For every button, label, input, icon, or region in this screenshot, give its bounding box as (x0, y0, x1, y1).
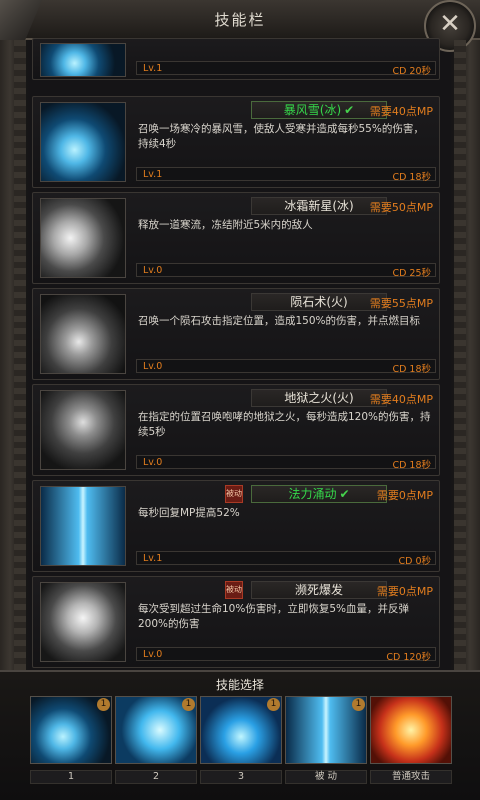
skill-level: Lv.0 (143, 649, 163, 660)
skill-description: 每秒回复MP提高52% (138, 507, 240, 519)
skill-name: 濒死爆发 (251, 581, 387, 599)
mp-cost: 需要0点MP (376, 489, 433, 502)
skill-slot[interactable]: 12 (115, 696, 197, 788)
skill-description: 每次受到超过生命10%伤害时，立即恢复5%血量，并反弹200%的伤害 (138, 603, 409, 630)
skill-name: 法力涌动 ✔ (251, 485, 387, 503)
skill-slot[interactable]: 普通攻击 (370, 696, 452, 788)
check-icon: ✔ (339, 487, 350, 501)
slot-label: 普通攻击 (370, 770, 452, 784)
level-bar: Lv.1 CD 20秒 (136, 61, 436, 77)
mp-cost: 需要50点MP (369, 201, 433, 214)
skill-cooldown: CD 20秒 (392, 66, 431, 77)
slot-skill-icon[interactable] (370, 696, 452, 764)
skill-slots: 1112131被 动普通攻击 (30, 696, 454, 788)
skill-slot[interactable]: 13 (200, 696, 282, 788)
skill-list[interactable]: Lv.1 CD 20秒 暴风雪(冰) ✔ 需要40点MP 召唤一场寒冷的暴风雪，使敌人受寒… (32, 38, 440, 670)
level-bar: Lv.1 CD 0秒 (136, 551, 436, 567)
mp-cost: 需要0点MP (376, 585, 433, 598)
left-rail (14, 40, 26, 670)
skill-icon[interactable] (40, 198, 126, 278)
level-bar: Lv.1 CD 18秒 (136, 167, 436, 183)
skill-name-text: 地狱之火(火) (284, 391, 354, 405)
skill-cooldown: CD 18秒 (392, 460, 431, 471)
skill-level: Lv.0 (143, 457, 163, 468)
skill-card[interactable]: Lv.1 CD 20秒 (32, 38, 440, 80)
skill-name-text: 濒死爆发 (294, 583, 343, 597)
slot-badge: 1 (182, 698, 195, 711)
skill-level: Lv.1 (143, 63, 163, 74)
skill-name: 陨石术(火) (251, 293, 387, 311)
title-bar: 技能栏 ✕ (0, 0, 480, 52)
passive-badge: 被动 (225, 581, 243, 599)
slot-badge: 1 (267, 698, 280, 711)
skill-card[interactable]: 被动 法力涌动 ✔ 需要0点MP 每秒回复MP提高52% Lv.1 CD 0秒 (32, 480, 440, 572)
right-rail (454, 40, 466, 670)
slot-label: 被 动 (285, 770, 367, 784)
skill-level: Lv.1 (143, 553, 163, 564)
skill-cooldown: CD 120秒 (386, 652, 431, 663)
skill-card[interactable]: 冰霜新星(冰) 需要50点MP 释放一道寒流，冻结附近5米内的敌人 Lv.0 CD 25… (32, 192, 440, 284)
skill-level: Lv.0 (143, 265, 163, 276)
skill-level: Lv.0 (143, 361, 163, 372)
skill-card[interactable]: 被动 濒死爆发 需要0点MP 每次受到超过生命10%伤害时，立即恢复5%血量，并反弹2… (32, 576, 440, 668)
skill-icon[interactable] (40, 486, 126, 566)
slot-label: 1 (30, 770, 112, 784)
level-bar: Lv.0 CD 120秒 (136, 647, 436, 663)
close-icon: ✕ (439, 9, 461, 39)
passive-badge: 被动 (225, 485, 243, 503)
slot-label: 2 (115, 770, 197, 784)
skill-icon[interactable] (40, 294, 126, 374)
level-bar: Lv.0 CD 18秒 (136, 455, 436, 471)
skill-name: 暴风雪(冰) ✔ (251, 101, 387, 119)
skill-description: 召唤一个陨石攻击指定位置，造成150%的伤害，并点燃目标 (138, 315, 421, 327)
mp-cost: 需要40点MP (369, 105, 433, 118)
skill-card[interactable]: 地狱之火(火) 需要40点MP 在指定的位置召唤咆哮的地狱之火，每秒造成120%的伤… (32, 384, 440, 476)
slot-badge: 1 (97, 698, 110, 711)
skill-slot[interactable]: 1 被 动 (285, 696, 367, 788)
skill-name-text: 陨石术(火) (290, 295, 348, 309)
skill-description: 在指定的位置召唤咆哮的地狱之火，每秒造成120%的伤害，持续5秒 (138, 411, 431, 438)
mp-cost: 需要55点MP (369, 297, 433, 310)
skill-description: 召唤一场寒冷的暴风雪，使敌人受寒并造成每秒55%的伤害，持续4秒 (138, 123, 424, 150)
skill-cooldown: CD 0秒 (398, 556, 431, 567)
skill-name: 冰霜新星(冰) (251, 197, 387, 215)
slot-label: 3 (200, 770, 282, 784)
skill-selection-panel: 技能选择 1112131被 动普通攻击 (0, 670, 480, 800)
level-bar: Lv.0 CD 18秒 (136, 359, 436, 375)
skill-icon[interactable] (40, 390, 126, 470)
skill-cooldown: CD 18秒 (392, 172, 431, 183)
skill-cooldown: CD 25秒 (392, 268, 431, 279)
slot-badge: 1 (352, 698, 365, 711)
skill-name-text: 冰霜新星(冰) (284, 199, 354, 213)
skill-cooldown: CD 18秒 (392, 364, 431, 375)
skill-level: Lv.1 (143, 169, 163, 180)
window-title: 技能栏 (214, 11, 266, 29)
skill-slot[interactable]: 11 (30, 696, 112, 788)
skill-name: 地狱之火(火) (251, 389, 387, 407)
skill-description: 释放一道寒流，冻结附近5米内的敌人 (138, 219, 313, 231)
level-bar: Lv.0 CD 25秒 (136, 263, 436, 279)
skill-icon[interactable] (40, 43, 126, 77)
check-icon: ✔ (344, 103, 355, 117)
skill-name-text: 暴风雪(冰) (283, 103, 342, 117)
skill-name-text: 法力涌动 (288, 487, 337, 501)
skill-icon[interactable] (40, 102, 126, 182)
skill-selection-title: 技能选择 (215, 678, 264, 692)
mp-cost: 需要40点MP (369, 393, 433, 406)
skill-icon[interactable] (40, 582, 126, 662)
skill-card[interactable]: 暴风雪(冰) ✔ 需要40点MP 召唤一场寒冷的暴风雪，使敌人受寒并造成每秒55%的伤… (32, 96, 440, 188)
skill-card[interactable]: 陨石术(火) 需要55点MP 召唤一个陨石攻击指定位置，造成150%的伤害，并点燃目… (32, 288, 440, 380)
